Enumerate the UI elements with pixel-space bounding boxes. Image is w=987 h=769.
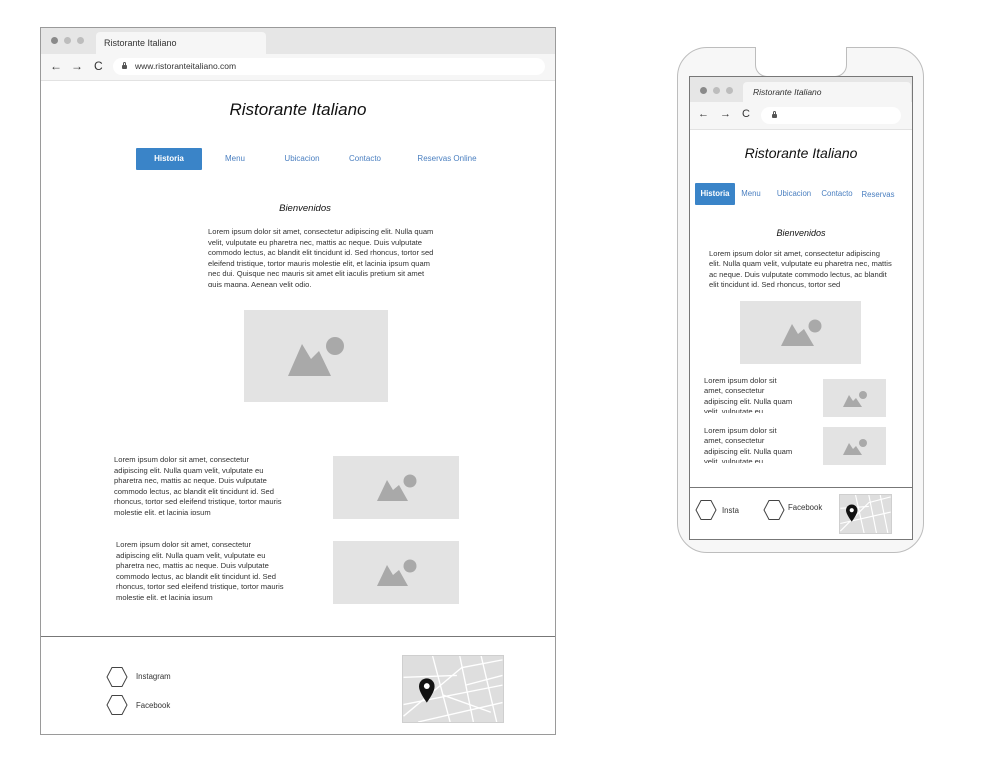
address-bar[interactable]: www.ristoranteitaliano.com [113, 58, 545, 75]
welcome-heading: Bienvenidos [279, 203, 331, 214]
map-pin-icon [846, 504, 858, 522]
mobile-nav-item-menu[interactable]: Menu [739, 189, 763, 198]
nav-item-menu[interactable]: Menu [211, 154, 259, 163]
content-block-2-text: Lorem ipsum dolor sit amet, consectetur … [116, 540, 284, 600]
facebook-link[interactable]: Facebook [136, 701, 170, 710]
page-title: Ristorante Italiano [229, 100, 367, 119]
mobile-welcome-heading: Bienvenidos [776, 228, 826, 238]
desktop-browser-window: Ristorante Italiano ← → C www.ristorante… [40, 27, 556, 735]
arrow-right-icon[interactable]: → [720, 108, 731, 120]
hero-image-placeholder [244, 310, 388, 402]
mobile-tab-bar: Ristorante Italiano [690, 77, 912, 102]
url-text: www.ristoranteitaliano.com [135, 61, 237, 71]
nav-item-reservas-online[interactable]: Reservas Online [407, 154, 487, 163]
image-placeholder-icon [781, 319, 822, 346]
mobile-intro-paragraph: Lorem ipsum dolor sit amet, consectetur … [709, 249, 892, 289]
mobile-nav-item-contacto[interactable]: Contacto [819, 189, 855, 198]
footer-divider [41, 636, 555, 637]
content-block-2-image [333, 541, 459, 604]
location-map[interactable] [402, 655, 504, 723]
phone-notch [755, 47, 847, 77]
reload-icon[interactable]: C [94, 59, 103, 73]
browser-address-row: ← → C www.ristoranteitaliano.com [41, 54, 555, 81]
arrow-left-icon[interactable]: ← [50, 59, 62, 73]
mobile-block-2-image [823, 427, 886, 465]
browser-tab-bar: Ristorante Italiano [41, 28, 555, 54]
mobile-location-map[interactable] [839, 494, 892, 534]
nav-item-historia[interactable]: Historia [136, 148, 202, 170]
image-placeholder-icon [288, 337, 344, 376]
intro-paragraph: Lorem ipsum dolor sit amet, consectetur … [208, 227, 434, 287]
image-placeholder-icon [377, 559, 417, 586]
reload-icon[interactable]: C [742, 108, 750, 120]
window-minimize-dot[interactable] [64, 37, 71, 44]
facebook-hexagon-icon[interactable] [106, 694, 128, 716]
mobile-footer-divider [690, 487, 912, 488]
instagram-hexagon-icon[interactable] [695, 499, 717, 521]
mobile-page-title: Ristorante Italiano [744, 145, 858, 161]
nav-item-ubicacion[interactable]: Ubicacion [273, 154, 331, 163]
mobile-browser-tab[interactable]: Ristorante Italiano [743, 82, 911, 102]
image-placeholder-icon [843, 439, 867, 455]
mobile-block-1-text: Lorem ipsum dolor sit amet, consectetur … [704, 376, 793, 413]
arrow-right-icon[interactable]: → [71, 59, 83, 73]
map-streets [840, 495, 891, 533]
lock-icon [122, 62, 127, 69]
mobile-nav-item-reservas[interactable]: Reservas [859, 190, 897, 199]
nav-item-contacto[interactable]: Contacto [339, 154, 391, 163]
mobile-nav-item-historia[interactable]: Historia [695, 183, 735, 205]
browser-tab[interactable]: Ristorante Italiano [96, 32, 266, 54]
mobile-address-row: ← → C [690, 102, 912, 130]
image-placeholder-icon [843, 391, 867, 407]
image-placeholder-icon [377, 474, 417, 501]
content-block-1-image [333, 456, 459, 519]
instagram-hexagon-icon[interactable] [106, 666, 128, 688]
mobile-facebook-link[interactable]: Facebook [788, 503, 822, 512]
window-close-dot[interactable] [51, 37, 58, 44]
mobile-instagram-link[interactable]: Insta [722, 506, 742, 515]
map-streets [403, 656, 503, 722]
arrow-left-icon[interactable]: ← [698, 108, 709, 120]
mobile-block-1-image [823, 379, 886, 417]
mobile-nav-item-ubicacion[interactable]: Ubicacion [774, 189, 814, 198]
window-minimize-dot[interactable] [713, 87, 720, 94]
window-maximize-dot[interactable] [77, 37, 84, 44]
mobile-screen: Ristorante Italiano ← → C Ristorante Ita… [689, 76, 913, 540]
content-block-1-text: Lorem ipsum dolor sit amet, consectetur … [114, 455, 282, 515]
mobile-hero-image [740, 301, 861, 364]
lock-icon [772, 111, 777, 118]
window-maximize-dot[interactable] [726, 87, 733, 94]
facebook-hexagon-icon[interactable] [763, 499, 785, 521]
instagram-link[interactable]: Instagram [136, 672, 171, 681]
mobile-block-2-text: Lorem ipsum dolor sit amet, consectetur … [704, 426, 793, 463]
mobile-address-bar[interactable] [761, 107, 901, 124]
window-close-dot[interactable] [700, 87, 707, 94]
